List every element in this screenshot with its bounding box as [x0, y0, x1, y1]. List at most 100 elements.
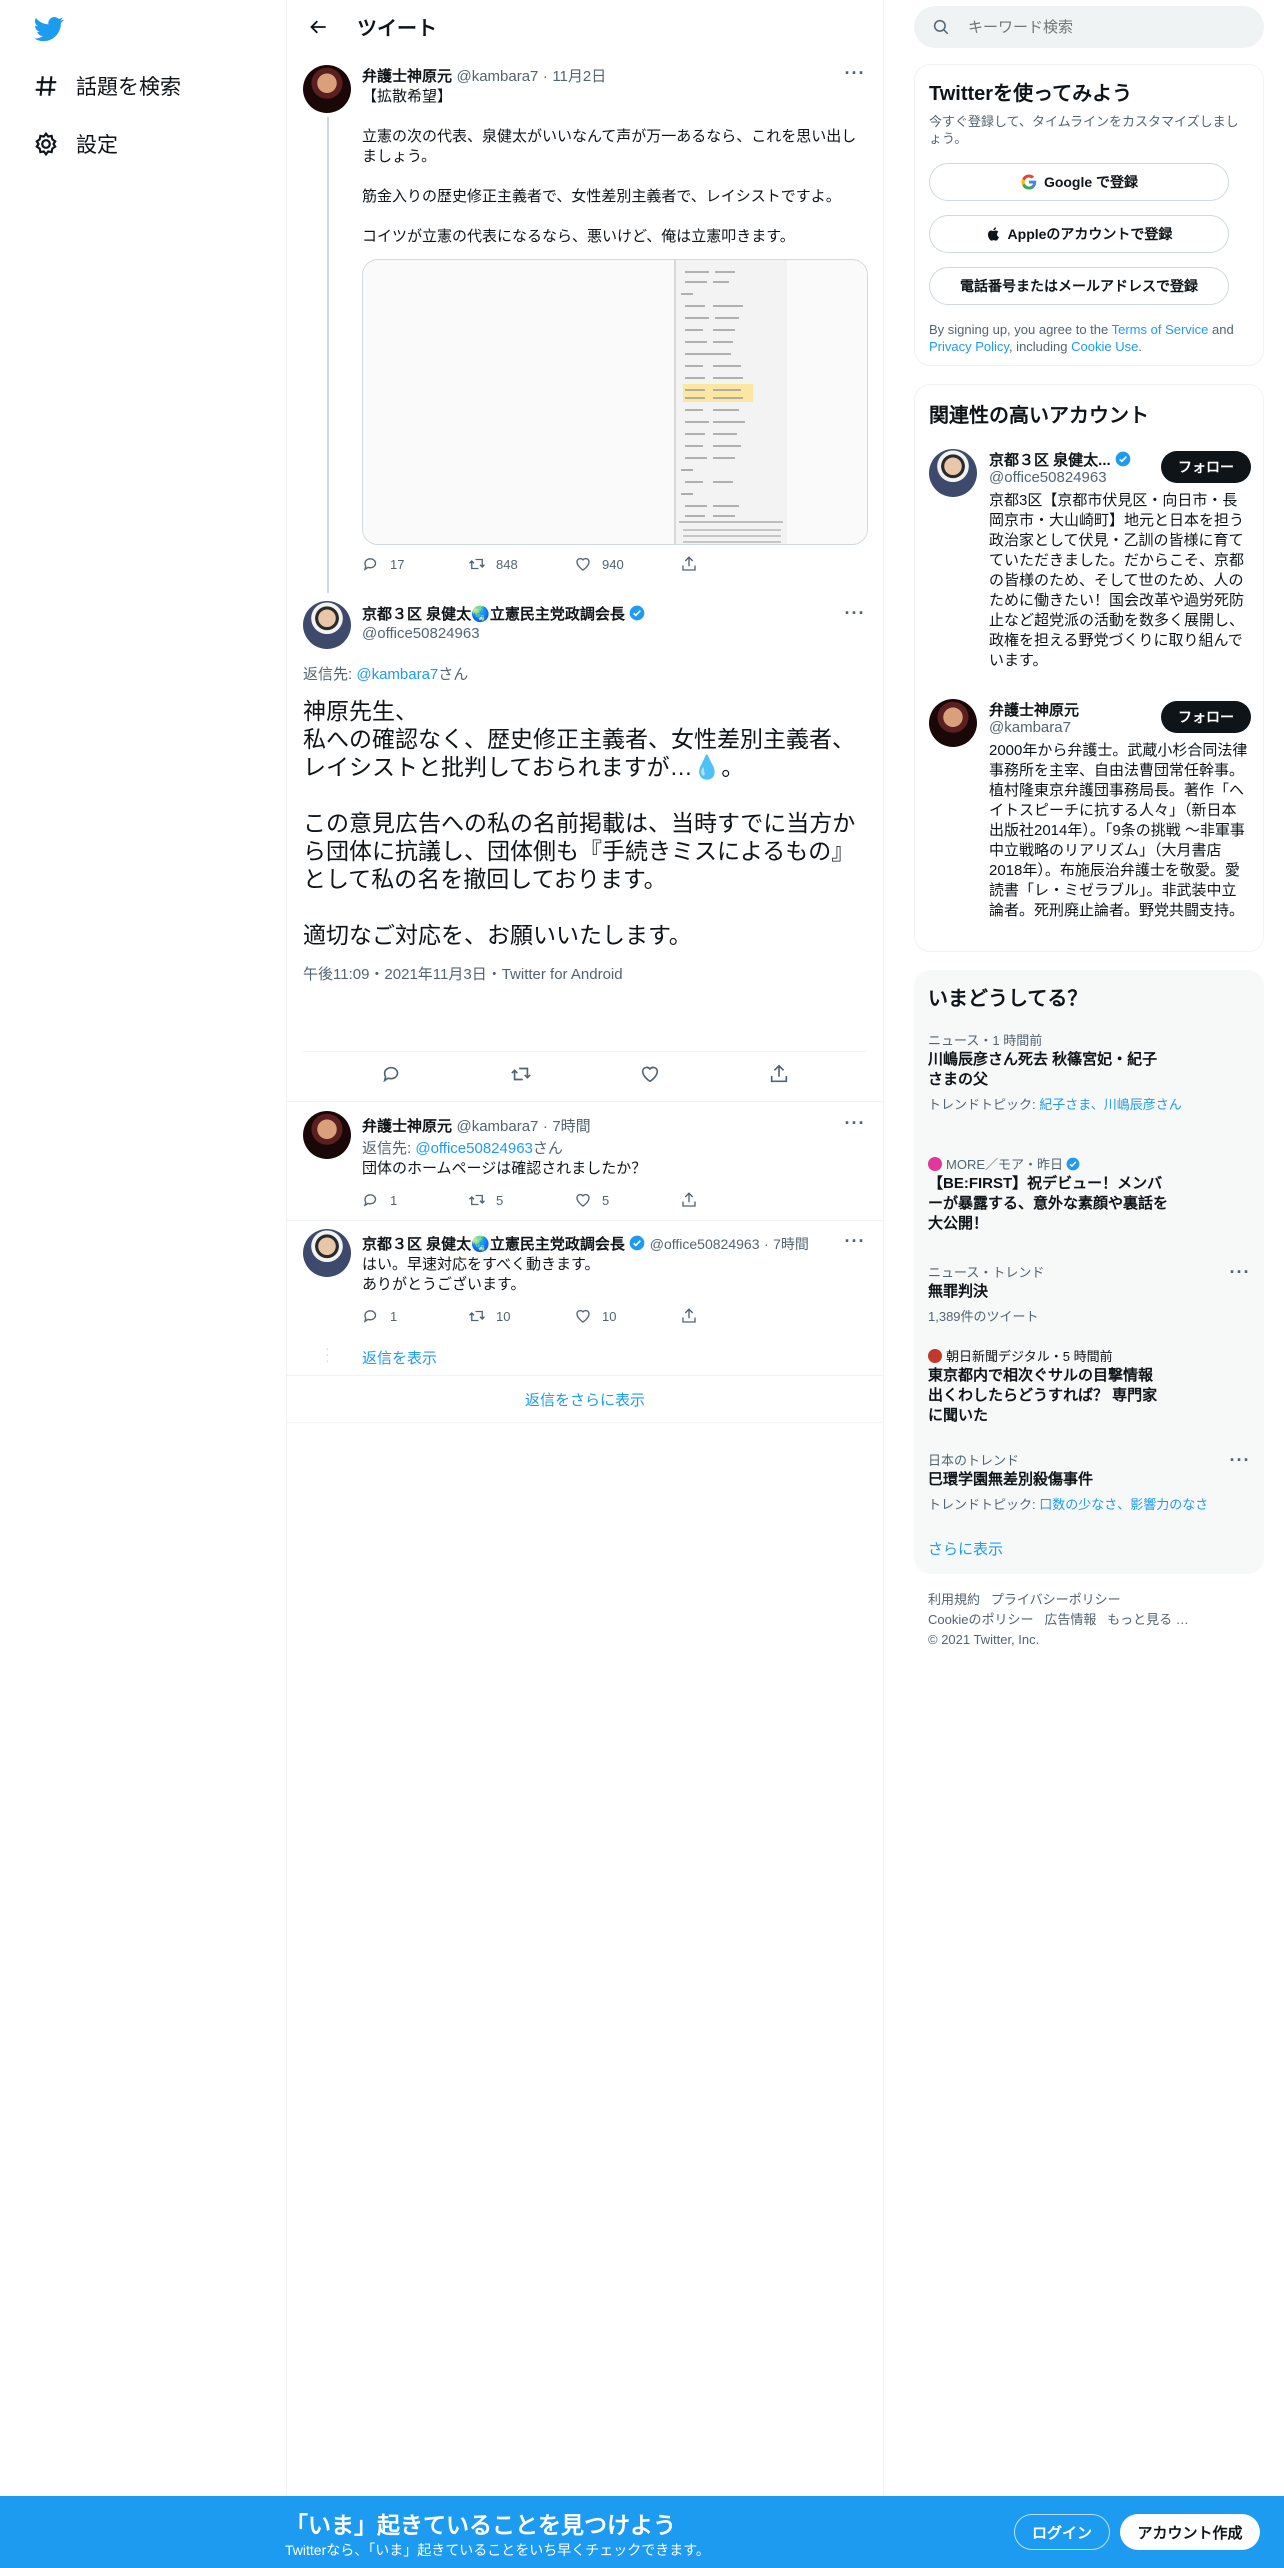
- asahi-logo-icon: [928, 1348, 942, 1363]
- avatar[interactable]: [303, 65, 351, 113]
- trend-item[interactable]: ニュース・1 時間前 川嶋辰彦さん死去 秋篠宮妃・紀子さまの父 トレンドトピック…: [914, 1030, 1264, 1140]
- show-more-trends-link[interactable]: さらに表示: [928, 1538, 1003, 1559]
- footer-more-link[interactable]: もっと見る …: [1107, 1612, 1189, 1627]
- trend-topic-link[interactable]: 紀子さま、川嶋辰彦さん: [1039, 1097, 1181, 1112]
- author-name[interactable]: 京都３区 泉健太🌏立憲民主党政調会長: [362, 1236, 625, 1253]
- tweet-meta[interactable]: 午後11:09・2021年11月3日・Twitter for Android: [303, 963, 623, 984]
- avatar[interactable]: [303, 1229, 351, 1277]
- retweet-icon[interactable]: [510, 1063, 532, 1085]
- author-handle[interactable]: @office50824963: [650, 1236, 760, 1252]
- author-name[interactable]: 京都３区 泉健太🌏立憲民主党政調会長: [362, 606, 625, 623]
- privacy-link[interactable]: Privacy Policy: [929, 339, 1009, 354]
- share-icon: [682, 556, 696, 571]
- author-handle[interactable]: @office50824963: [362, 625, 480, 642]
- trend-item[interactable]: ニュース・トレンド ··· 無罪判決 1,389件のツイート: [914, 1262, 1264, 1332]
- share-button[interactable]: [680, 555, 786, 573]
- signup-card: Twitterを使ってみよう 今すぐ登録して、タイムラインをカスタマイズしましょ…: [914, 64, 1264, 366]
- reply-tweet[interactable]: 京都３区 泉健太🌏立憲民主党政調会長 @office50824963 · 7時間…: [287, 1221, 883, 1375]
- tweet-time[interactable]: 7時間: [773, 1236, 809, 1252]
- reply-to: 返信先: @office50824963さん: [362, 1140, 563, 1157]
- follow-button[interactable]: フォロー: [1161, 451, 1251, 483]
- more-logo-icon: [928, 1156, 942, 1171]
- footer-tos-link[interactable]: 利用規約: [928, 1592, 980, 1607]
- verified-badge-icon: [1115, 451, 1131, 467]
- tweet-time[interactable]: 7時間: [552, 1118, 590, 1135]
- account-name[interactable]: 京都３区 泉健太...: [989, 452, 1111, 469]
- author-handle[interactable]: @kambara7: [456, 68, 538, 85]
- login-button[interactable]: ログイン: [1014, 2514, 1110, 2550]
- search-input[interactable]: [968, 18, 1238, 36]
- reply-to-handle[interactable]: @office50824963: [415, 1140, 533, 1157]
- related-account[interactable]: 弁護士神原元 @kambara7 フォロー 2000年から弁護士。武蔵小杉合同法…: [915, 691, 1265, 941]
- reply-tweet[interactable]: 弁護士神原元 @kambara7 · 7時間 ··· 返信先: @office5…: [287, 1103, 883, 1221]
- parent-tweet[interactable]: 弁護士神原元 @kambara7 · 11月2日 ··· 【拡散希望】 立憲の次…: [287, 53, 883, 593]
- show-replies-link[interactable]: 返信を表示: [362, 1347, 437, 1368]
- account-handle[interactable]: @kambara7: [989, 719, 1071, 736]
- retweet-button[interactable]: 5: [468, 1191, 574, 1209]
- twitter-logo-icon[interactable]: [32, 14, 66, 44]
- reply-button[interactable]: 17: [362, 555, 468, 573]
- reply-button[interactable]: 1: [362, 1191, 468, 1209]
- cookie-link[interactable]: Cookie Use: [1071, 339, 1138, 354]
- back-arrow-icon[interactable]: [301, 9, 337, 45]
- more-options-icon[interactable]: ···: [1228, 1450, 1252, 1470]
- tweet-header: 京都３区 泉健太🌏立憲民主党政調会長: [362, 603, 842, 624]
- show-more-replies-link[interactable]: 返信をさらに表示: [525, 1389, 645, 1410]
- reply-icon: [363, 1194, 377, 1207]
- heart-icon[interactable]: [639, 1063, 661, 1085]
- related-account[interactable]: 京都３区 泉健太... @office50824963 フォロー 京都3区【京都…: [915, 441, 1265, 691]
- tweet-date[interactable]: 11月2日: [552, 68, 606, 85]
- create-account-button[interactable]: アカウント作成: [1120, 2514, 1260, 2550]
- like-button[interactable]: 5: [574, 1191, 680, 1209]
- more-options-icon[interactable]: ···: [1228, 1262, 1252, 1282]
- trend-item[interactable]: MORE／モア・昨日 【BE:FIRST】祝デビュー！メンバーが暴露する、意外な…: [914, 1154, 1264, 1254]
- like-button[interactable]: 10: [574, 1307, 680, 1325]
- reply-to: 返信先: @kambara7さん: [303, 666, 469, 683]
- retweet-button[interactable]: 10: [468, 1307, 574, 1325]
- follow-button[interactable]: フォロー: [1161, 701, 1251, 733]
- account-name[interactable]: 弁護士神原元: [989, 699, 1079, 720]
- avatar[interactable]: [929, 449, 977, 497]
- phone-email-signup-button[interactable]: 電話番号またはメールアドレスで登録: [929, 267, 1229, 305]
- verified-badge-icon: [629, 1235, 645, 1251]
- footer-cookie-link[interactable]: Cookieのポリシー: [928, 1612, 1033, 1627]
- verified-badge-icon: [629, 605, 645, 621]
- share-button[interactable]: [680, 1191, 786, 1209]
- reply-button[interactable]: 1: [362, 1307, 468, 1325]
- apple-signup-button[interactable]: Appleのアカウントで登録: [929, 215, 1229, 253]
- more-options-icon[interactable]: ···: [843, 63, 867, 83]
- trend-topic-link[interactable]: 口数の少なさ、影響力のなさ: [1039, 1497, 1208, 1512]
- author-name[interactable]: 弁護士神原元: [362, 1118, 452, 1135]
- tweet-image[interactable]: [362, 259, 868, 545]
- share-icon[interactable]: [768, 1063, 790, 1085]
- like-button[interactable]: 940: [574, 555, 680, 573]
- heart-icon: [576, 1309, 590, 1323]
- author-name[interactable]: 弁護士神原元: [362, 68, 452, 85]
- nav-settings[interactable]: 設定: [32, 124, 118, 164]
- trend-item[interactable]: 日本のトレンド ··· 巳環学園無差別殺傷事件 トレンドトピック: 口数の少なさ…: [914, 1450, 1264, 1520]
- terms-link[interactable]: Terms of Service: [1112, 322, 1209, 337]
- more-options-icon[interactable]: ···: [843, 603, 867, 623]
- nav-explore[interactable]: 話題を検索: [32, 66, 181, 106]
- retweet-button[interactable]: 848: [468, 555, 574, 573]
- share-button[interactable]: [680, 1307, 786, 1325]
- avatar[interactable]: [303, 1111, 351, 1159]
- heart-icon: [576, 557, 590, 571]
- trend-item[interactable]: 朝日新聞デジタル・5 時間前 東京都内で相次ぐサルの目撃情報 出くわしたらどうす…: [914, 1346, 1264, 1436]
- search-box[interactable]: [914, 6, 1264, 48]
- avatar[interactable]: [303, 601, 351, 649]
- tweet-actions: 1 10 10: [362, 1307, 786, 1325]
- avatar[interactable]: [929, 699, 977, 747]
- reply-icon[interactable]: [381, 1063, 403, 1085]
- author-handle[interactable]: @kambara7: [456, 1118, 538, 1135]
- more-options-icon[interactable]: ···: [843, 1113, 867, 1133]
- footer-ads-link[interactable]: 広告情報: [1044, 1612, 1096, 1627]
- tweet-actions: 1 5 5: [362, 1191, 786, 1209]
- google-signup-button[interactable]: Google で登録: [929, 163, 1229, 201]
- nav-settings-label: 設定: [76, 134, 118, 157]
- reply-to-handle[interactable]: @kambara7: [356, 666, 438, 683]
- footer-privacy-link[interactable]: プライバシーポリシー: [991, 1592, 1121, 1607]
- more-options-icon[interactable]: ···: [843, 1231, 867, 1251]
- account-handle[interactable]: @office50824963: [989, 469, 1107, 486]
- show-more-replies[interactable]: 返信をさらに表示: [287, 1375, 883, 1423]
